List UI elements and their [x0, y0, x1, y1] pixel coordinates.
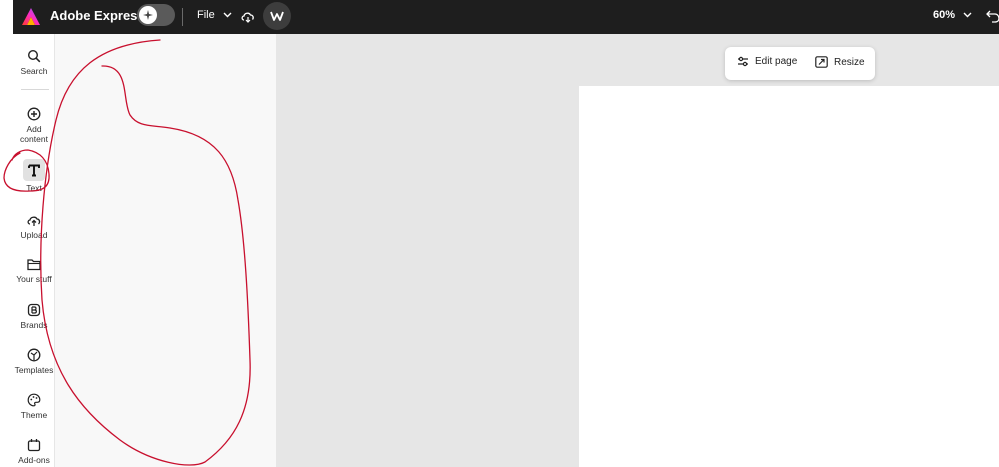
edit-page-label: Edit page — [755, 56, 798, 67]
generative-toggle[interactable] — [137, 4, 175, 26]
divider — [182, 8, 183, 26]
sliders-icon — [738, 56, 748, 67]
plus-circle-icon — [27, 107, 41, 121]
rail-item-label: Your stuff — [16, 274, 52, 284]
rail-item-label: Search — [20, 66, 48, 76]
file-menu-button[interactable]: File — [197, 9, 232, 21]
chevron-down-icon — [963, 12, 972, 18]
text-icon — [28, 164, 40, 176]
resize-button[interactable]: Resize — [815, 56, 865, 68]
rail-item-theme[interactable]: Theme — [13, 393, 55, 420]
templates-icon — [27, 348, 41, 362]
rail-item-label: Templates — [14, 365, 54, 375]
rail-item-text[interactable]: Text — [13, 159, 55, 193]
addons-icon — [27, 439, 41, 452]
file-menu-label: File — [197, 9, 215, 21]
top-bar: Adobe Express File 60% — [13, 0, 999, 34]
design-page[interactable] — [579, 86, 999, 467]
rail-item-selected-bg — [23, 159, 45, 181]
zoom-level: 60% — [933, 9, 956, 21]
left-rail: Search Add content Text Upload Your stuf… — [13, 34, 55, 467]
rail-item-label: Text — [26, 183, 42, 193]
folder-icon — [27, 259, 41, 271]
rail-item-label: Upload — [20, 230, 48, 240]
rail-item-label: Add content — [20, 124, 48, 144]
resize-label: Resize — [834, 56, 865, 68]
toggle-knob — [139, 6, 157, 24]
rail-item-label: Add-ons — [18, 455, 50, 465]
rail-item-search[interactable]: Search — [13, 49, 55, 76]
rail-item-add-content[interactable]: Add content — [13, 107, 55, 144]
undo-icon[interactable] — [985, 8, 999, 24]
rail-item-upload[interactable]: Upload — [13, 213, 55, 240]
page-toolbar: Edit page Resize — [725, 47, 875, 80]
side-panel — [55, 34, 276, 467]
rail-item-your-stuff[interactable]: Your stuff — [13, 258, 55, 284]
edit-page-button[interactable]: Edit page — [737, 56, 797, 67]
brand-icon — [27, 303, 41, 317]
brand-kit-icon — [270, 11, 284, 21]
app-title: Adobe Express — [50, 8, 145, 23]
cloud-sync-icon[interactable] — [240, 8, 256, 24]
adobe-express-logo[interactable] — [21, 7, 41, 27]
rail-item-brands[interactable]: Brands — [13, 303, 55, 330]
sparkle-icon — [143, 10, 153, 20]
chevron-down-icon — [223, 12, 232, 18]
rail-item-templates[interactable]: Templates — [13, 348, 55, 375]
search-icon — [27, 49, 41, 63]
rail-divider — [21, 89, 49, 90]
brand-kit-button[interactable] — [263, 2, 291, 30]
rail-item-add-ons[interactable]: Add-ons — [13, 438, 55, 465]
zoom-dropdown[interactable]: 60% — [933, 9, 972, 21]
resize-icon — [815, 56, 828, 68]
rail-item-label: Theme — [20, 410, 48, 420]
upload-icon — [27, 216, 41, 226]
rail-item-label: Brands — [20, 320, 48, 330]
palette-icon — [27, 393, 41, 407]
